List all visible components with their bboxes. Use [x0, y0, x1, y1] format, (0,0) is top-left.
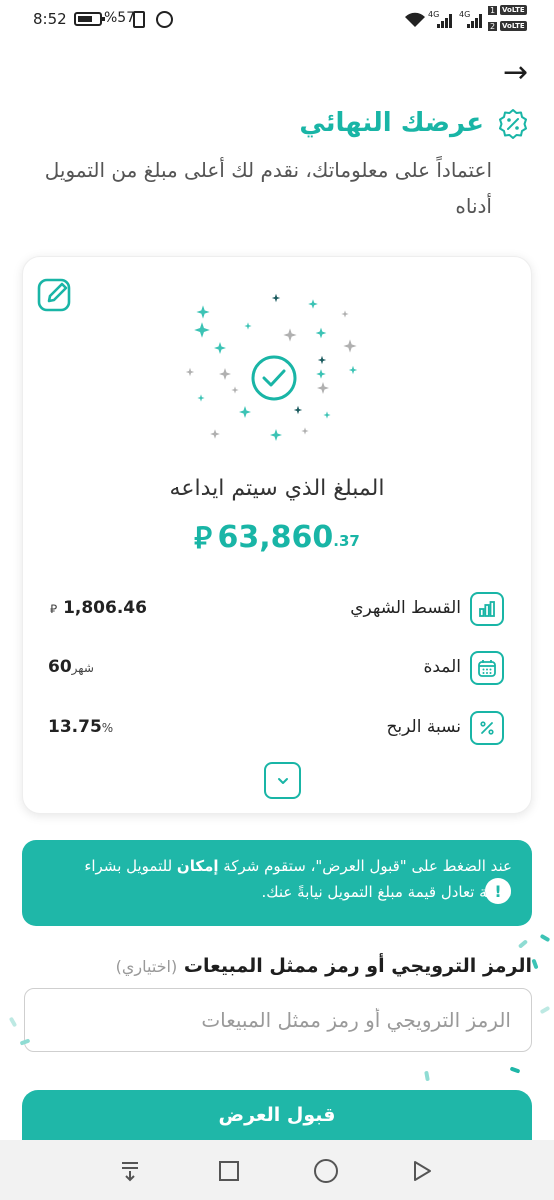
profit-rate-value: 13.75%: [48, 717, 114, 737]
home-icon[interactable]: [311, 1156, 341, 1186]
confetti-decoration: [424, 1070, 430, 1082]
deposit-amount-value: 63,860: [217, 520, 334, 555]
deposit-amount: ⃁ 63,860.37: [0, 518, 554, 557]
duration-value: 60شهر: [48, 657, 94, 677]
optional-hint: (اختياري): [115, 957, 178, 976]
sim-number-2: 2: [488, 22, 498, 31]
monthly-installment-label: القسط الشهري: [350, 598, 461, 618]
deposit-label: المبلغ الذي سيتم ايداعه: [169, 476, 385, 501]
duration-unit: شهر: [71, 661, 94, 675]
wifi-icon: [404, 12, 426, 32]
back-triangle-icon[interactable]: [407, 1156, 437, 1186]
volte-badge-2: VoLTE: [500, 21, 527, 31]
signal-icon: [467, 14, 485, 28]
duration-label: المدة: [423, 657, 461, 677]
info-icon: !: [485, 878, 511, 904]
status-time: 8:52: [33, 10, 67, 28]
calendar-icon: [470, 651, 504, 685]
notification-pull-icon[interactable]: [115, 1156, 145, 1186]
expand-details-button[interactable]: [264, 762, 301, 799]
riyal-icon: ⃁: [194, 521, 212, 556]
edit-icon[interactable]: [36, 275, 74, 313]
monthly-installment-value: ⃁ 1,806.46: [50, 598, 147, 618]
status-bar: 8:52 %57 4G 4G 1 2 VoLTE VoLTE: [0, 0, 554, 38]
percent-icon: [470, 711, 504, 745]
promo-code-input[interactable]: [24, 988, 532, 1052]
confetti-decoration: [531, 958, 539, 970]
page-title: عرضك النهائي: [299, 108, 484, 138]
confetti-decoration: [539, 933, 551, 943]
confetti-decoration: [8, 1016, 18, 1028]
confetti-decoration: [509, 1066, 521, 1074]
confetti-decoration: [539, 1005, 551, 1015]
sim-number-1: 1: [488, 6, 498, 15]
signal-icon: [437, 14, 455, 28]
chevron-down-icon: [277, 777, 288, 784]
alarm-icon: [156, 11, 173, 28]
volte-badge-1: VoLTE: [500, 5, 527, 15]
chart-bars-icon: [470, 592, 504, 626]
discount-badge-icon: [499, 109, 527, 139]
success-check-icon: [251, 355, 297, 401]
notice-text: عند الضغط على "قبول العرض"، ستقوم شركة إ…: [84, 857, 512, 901]
navigation-bar: [0, 1140, 554, 1200]
profit-rate-label: نسبة الربح: [386, 717, 461, 737]
confetti-decoration: [517, 939, 529, 949]
promo-label: الرمز الترويجي أو رمز ممثل المبيعات (اخت…: [115, 955, 532, 977]
battery-percent: %57: [104, 10, 136, 26]
company-name: إمكان: [176, 857, 219, 875]
vibrate-icon: [133, 11, 145, 28]
riyal-icon: ⃁: [50, 602, 58, 616]
recent-apps-icon[interactable]: [214, 1156, 244, 1186]
back-arrow-icon[interactable]: →: [503, 58, 528, 88]
battery-icon: [74, 12, 105, 26]
page-subtitle: اعتماداً على معلوماتك، نقدم لك أعلى مبلغ…: [44, 158, 492, 218]
percent-unit: %: [101, 721, 114, 735]
deposit-amount-decimals: .37: [333, 532, 360, 550]
